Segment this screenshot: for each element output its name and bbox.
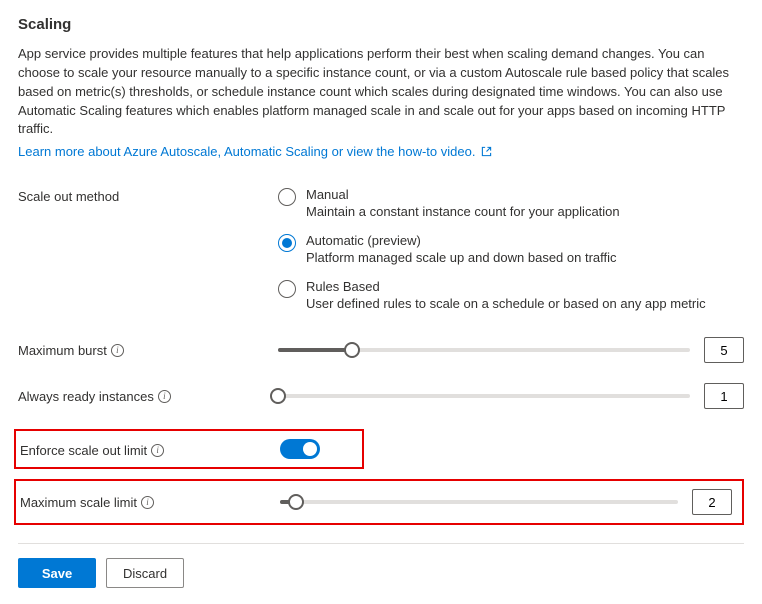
always-ready-slider[interactable] <box>278 388 690 404</box>
divider <box>18 543 744 544</box>
info-icon[interactable]: i <box>158 390 171 403</box>
slider-thumb-icon <box>344 342 360 358</box>
page-title: Scaling <box>18 16 744 33</box>
discard-button[interactable]: Discard <box>106 558 184 588</box>
scale-out-method-radiogroup: Manual Maintain a constant instance coun… <box>278 187 744 325</box>
slider-thumb-icon <box>288 494 304 510</box>
scale-out-method-label: Scale out method <box>18 189 119 204</box>
maximum-scale-limit-slider[interactable] <box>280 494 678 510</box>
maximum-scale-limit-label: Maximum scale limit <box>20 495 137 510</box>
enforce-scale-out-limit-toggle[interactable] <box>280 439 320 459</box>
description-text: App service provides multiple features t… <box>18 45 744 139</box>
maximum-burst-label: Maximum burst <box>18 343 107 358</box>
slider-thumb-icon <box>270 388 286 404</box>
maximum-burst-slider[interactable] <box>278 342 690 358</box>
info-icon[interactable]: i <box>111 344 124 357</box>
radio-manual[interactable]: Manual Maintain a constant instance coun… <box>278 187 744 219</box>
info-icon[interactable]: i <box>141 496 154 509</box>
enforce-scale-out-limit-label: Enforce scale out limit <box>20 443 147 458</box>
enforce-limit-highlight: Enforce scale out limit i <box>14 429 364 469</box>
info-icon[interactable]: i <box>151 444 164 457</box>
toggle-knob-icon <box>303 442 317 456</box>
maximum-scale-limit-highlight: Maximum scale limit i <box>14 479 744 525</box>
save-button[interactable]: Save <box>18 558 96 588</box>
radio-circle-icon <box>278 188 296 206</box>
maximum-burst-input[interactable] <box>704 337 744 363</box>
radio-circle-icon <box>278 234 296 252</box>
always-ready-input[interactable] <box>704 383 744 409</box>
external-link-icon <box>481 144 492 163</box>
radio-rules-based[interactable]: Rules Based User defined rules to scale … <box>278 279 744 311</box>
radio-automatic[interactable]: Automatic (preview) Platform managed sca… <box>278 233 744 265</box>
maximum-scale-limit-input[interactable] <box>692 489 732 515</box>
radio-circle-icon <box>278 280 296 298</box>
always-ready-label: Always ready instances <box>18 389 154 404</box>
learn-more-link[interactable]: Learn more about Azure Autoscale, Automa… <box>18 144 492 159</box>
